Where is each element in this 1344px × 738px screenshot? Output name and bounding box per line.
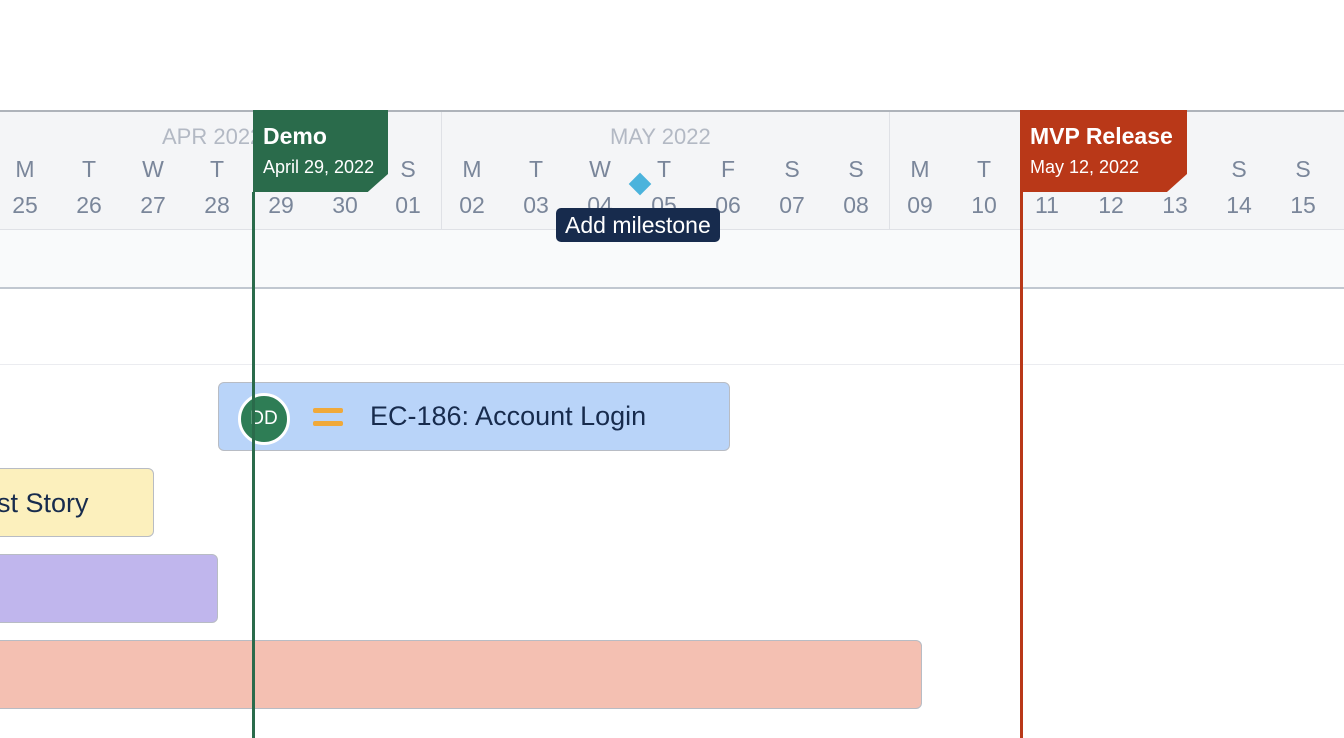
day-of-week-label: W bbox=[142, 156, 164, 182]
day-number-label: 01 bbox=[395, 192, 421, 218]
month-label-may: MAY 2022 bbox=[610, 124, 711, 149]
milestone-line-demo bbox=[252, 192, 255, 738]
day-number-label: 10 bbox=[971, 192, 997, 218]
day-of-week-label: T bbox=[976, 156, 992, 182]
day-number-label: 15 bbox=[1290, 192, 1316, 218]
day-number-label: 08 bbox=[843, 192, 869, 218]
day-number-label: 27 bbox=[140, 192, 166, 218]
milestone-title: MVP Release bbox=[1030, 123, 1173, 149]
month-separator bbox=[441, 112, 442, 232]
day-of-week-label: T bbox=[81, 156, 97, 182]
assignee-avatar[interactable]: DD bbox=[238, 393, 290, 445]
day-number-label: 03 bbox=[523, 192, 549, 218]
day-number-label: 12 bbox=[1098, 192, 1124, 218]
day-of-week-label: S bbox=[1231, 156, 1247, 182]
day-number-label: 11 bbox=[1035, 192, 1059, 218]
day-of-week-label: S bbox=[400, 156, 416, 182]
milestone-date: April 29, 2022 bbox=[263, 157, 375, 177]
day-number-label: 07 bbox=[779, 192, 805, 218]
milestone-line-mvp-release bbox=[1020, 192, 1023, 738]
row-divider bbox=[0, 364, 1344, 365]
day-number-label: 26 bbox=[76, 192, 102, 218]
day-of-week-label: T bbox=[656, 156, 672, 182]
month-label-april: APR 2022 bbox=[162, 124, 263, 149]
day-number-label: 09 bbox=[907, 192, 933, 218]
day-of-week-label: T bbox=[209, 156, 225, 182]
task-bar-purple[interactable] bbox=[0, 554, 218, 623]
day-number-label: 13 bbox=[1162, 192, 1188, 218]
week-separator bbox=[889, 112, 890, 232]
milestone-flag-mvp-release[interactable]: MVP Release May 12, 2022 bbox=[1020, 110, 1187, 192]
day-of-week-label: W bbox=[589, 156, 611, 182]
task-bar-label: st Story bbox=[0, 488, 89, 518]
day-of-week-label: S bbox=[1295, 156, 1311, 182]
day-of-week-label: S bbox=[848, 156, 864, 182]
day-number-label: 02 bbox=[459, 192, 485, 218]
task-bar-story[interactable]: st Story bbox=[0, 468, 154, 537]
day-of-week-label: M bbox=[910, 156, 930, 182]
task-bar-salmon[interactable] bbox=[0, 640, 922, 709]
day-of-week-label: S bbox=[784, 156, 800, 182]
day-number-label: 28 bbox=[204, 192, 230, 218]
day-of-week-label: F bbox=[720, 156, 736, 182]
milestone-title: Demo bbox=[263, 123, 327, 149]
day-number-label: 30 bbox=[332, 192, 358, 218]
day-number-label: 25 bbox=[12, 192, 38, 218]
milestone-date: May 12, 2022 bbox=[1030, 157, 1140, 177]
day-number-label: 29 bbox=[268, 192, 294, 218]
day-number-label: 14 bbox=[1226, 192, 1252, 218]
milestone-flag-demo[interactable]: Demo April 29, 2022 bbox=[253, 110, 388, 192]
day-of-week-label: M bbox=[462, 156, 482, 182]
add-milestone-tooltip: Add milestone bbox=[556, 208, 720, 242]
priority-medium-icon bbox=[313, 408, 343, 430]
day-of-week-label: M bbox=[15, 156, 35, 182]
task-bar-label: EC-186: Account Login bbox=[370, 401, 647, 431]
day-of-week-label: T bbox=[528, 156, 544, 182]
